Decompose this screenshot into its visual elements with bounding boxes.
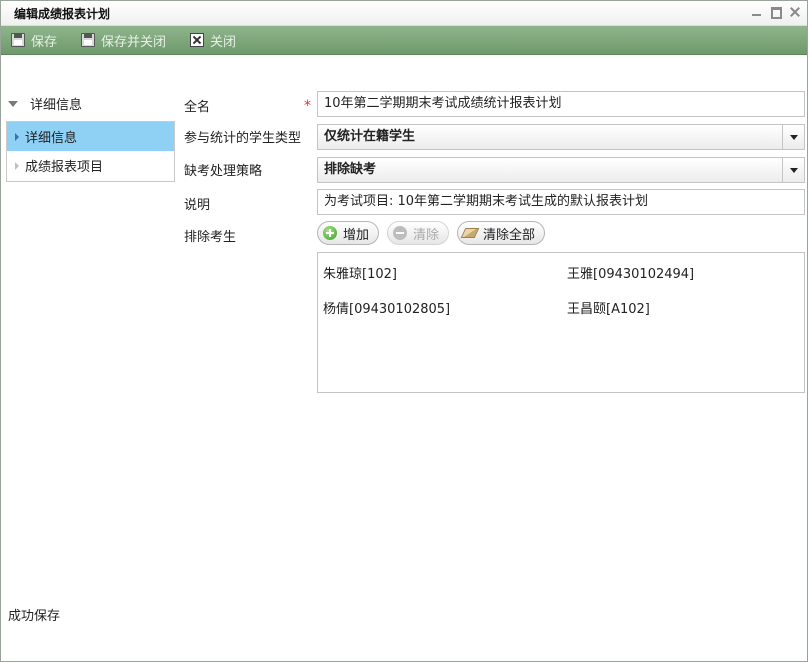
floppy-disk-icon: [11, 33, 25, 47]
clear-all-button[interactable]: 清除全部: [457, 221, 546, 245]
nav-item-label: 成绩报表项目: [25, 160, 104, 175]
minimize-icon[interactable]: [751, 6, 763, 18]
absence-policy-select[interactable]: 排除缺考: [317, 157, 805, 183]
dropdown-arrow-icon[interactable]: [782, 125, 804, 149]
required-mark: *: [304, 98, 311, 114]
list-item[interactable]: 王雅[09430102494]: [567, 263, 694, 282]
save-and-close-label: 保存并关闭: [101, 34, 167, 50]
minus-circle-icon: [393, 226, 408, 240]
list-item[interactable]: 王昌颐[A102]: [567, 298, 650, 317]
close-window-icon[interactable]: [789, 6, 801, 18]
student-type-value: 仅统计在籍学生: [324, 129, 416, 144]
fullname-label: 全名: [184, 100, 211, 115]
nav-section-title: 详细信息: [30, 98, 83, 113]
title-bar: 编辑成绩报表计划: [1, 1, 807, 26]
close-label: 关闭: [210, 34, 237, 50]
nav-list: 详细信息 成绩报表项目: [6, 121, 175, 182]
excluded-actions: 增加 清除 清除全部: [317, 221, 546, 245]
excluded-students-list[interactable]: 朱雅琼[102] 王雅[09430102494] 杨倩[09430102805]…: [317, 252, 805, 393]
floppy-close-icon: [81, 33, 96, 47]
save-and-close-button[interactable]: 保存并关闭: [81, 31, 166, 50]
close-button[interactable]: 关闭: [190, 31, 236, 50]
clear-label: 清除: [413, 227, 440, 243]
list-item[interactable]: 杨倩[09430102805]: [323, 298, 450, 317]
description-label: 说明: [184, 198, 211, 213]
nav-item-report-items[interactable]: 成绩报表项目: [7, 151, 174, 180]
absence-policy-label: 缺考处理策略: [184, 164, 263, 179]
description-input[interactable]: 为考试项目: 10年第二学期期末考试生成的默认报表计划: [317, 189, 805, 215]
collapse-triangle-icon: [8, 100, 18, 107]
save-label: 保存: [31, 34, 58, 50]
dropdown-arrow-icon[interactable]: [782, 158, 804, 182]
student-type-select[interactable]: 仅统计在籍学生: [317, 124, 805, 150]
dialog-window: 编辑成绩报表计划 保存 保存并关闭 关闭 详细信息 详细信息 成绩报表项目 全名…: [0, 0, 808, 662]
excluded-students-label: 排除考生: [184, 230, 237, 245]
status-message: 成功保存: [8, 609, 61, 624]
arrow-right-icon: [15, 161, 19, 170]
absence-policy-value: 排除缺考: [324, 162, 377, 177]
student-type-label: 参与统计的学生类型: [184, 131, 302, 146]
list-item[interactable]: 朱雅琼[102]: [323, 263, 397, 282]
window-title: 编辑成绩报表计划: [14, 7, 111, 21]
clear-button[interactable]: 清除: [387, 221, 450, 245]
nav-item-details[interactable]: 详细信息: [7, 122, 174, 151]
close-icon: [190, 33, 205, 47]
clear-all-label: 清除全部: [483, 227, 536, 243]
toolbar: 保存 保存并关闭 关闭: [1, 26, 807, 55]
add-label: 增加: [343, 227, 370, 243]
add-student-button[interactable]: 增加: [317, 221, 380, 245]
arrow-right-icon: [15, 132, 19, 141]
plus-circle-icon: [323, 226, 337, 240]
window-controls: [751, 6, 801, 19]
maximize-icon[interactable]: [770, 6, 782, 19]
nav-item-label: 详细信息: [25, 131, 78, 146]
fullname-input[interactable]: 10年第二学期期末考试成绩统计报表计划: [317, 91, 805, 117]
nav-section-header[interactable]: 详细信息: [8, 94, 82, 113]
eraser-icon: [460, 228, 480, 238]
save-button[interactable]: 保存: [11, 31, 57, 50]
